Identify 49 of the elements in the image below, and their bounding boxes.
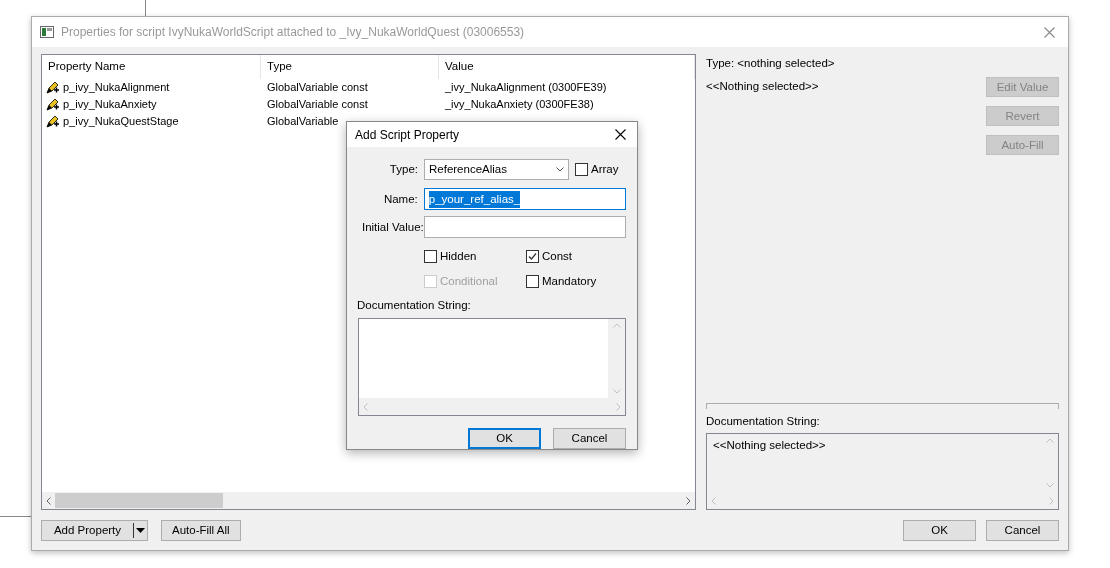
checkbox[interactable]: Mandatory bbox=[526, 272, 626, 290]
pencil-icon bbox=[46, 115, 60, 128]
table-cell: _ivy_NukaAnxiety (0300FE38) bbox=[445, 98, 594, 111]
field-label: Initial Value: bbox=[360, 219, 424, 235]
table-cell: GlobalVariable bbox=[267, 115, 339, 128]
value-text: <<Nothing selected>> bbox=[706, 79, 820, 95]
pencil-icon bbox=[46, 81, 60, 94]
dialog-button[interactable]: Cancel bbox=[986, 520, 1059, 541]
table-cell-text: p_ivy_NukaAlignment bbox=[63, 80, 170, 96]
table-cell: GlobalVariable const bbox=[267, 81, 368, 94]
table-row[interactable]: p_ivy_NukaAnxiety GlobalVariable const _ivy_NukaAnxiety (0300FE38) bbox=[42, 96, 695, 113]
dialog-button[interactable]: OK bbox=[468, 428, 541, 449]
table-row[interactable]: p_ivy_NukaAlignment GlobalVariable const _ivy_NukaAlignment (0300FE39) bbox=[42, 79, 695, 96]
table-cell: _ivy_NukaAlignment (0300FE39) bbox=[445, 81, 607, 94]
checkbox[interactable]: Const bbox=[526, 248, 626, 266]
window-title: Properties for script IvyNukaWorldScript attached to _Ivy_NukaWorldQuest (03006553) bbox=[61, 24, 525, 41]
documentation-box[interactable] bbox=[358, 318, 626, 416]
checkmark-icon bbox=[527, 251, 538, 263]
auto-fill-all-button[interactable]: Auto-Fill All bbox=[161, 520, 241, 541]
name-field[interactable]: p_your_ref_alias_ bbox=[423, 188, 626, 211]
initial-value-field[interactable] bbox=[423, 216, 626, 239]
close-icon[interactable] bbox=[615, 129, 626, 141]
add-property-button[interactable]: Add Property bbox=[41, 520, 148, 541]
column-header[interactable]: Type bbox=[267, 58, 292, 76]
documentation-box[interactable]: <<Nothing selected>> bbox=[706, 433, 1059, 510]
type-label: Type: <nothing selected> bbox=[706, 56, 836, 71]
table-cell-text: p_ivy_NukaAnxiety bbox=[63, 97, 157, 113]
documentation-text: <<Nothing selected>> bbox=[713, 439, 826, 451]
checkbox[interactable]: Array bbox=[575, 160, 619, 178]
documentation-label: Documentation String: bbox=[357, 297, 472, 313]
column-header[interactable]: Value bbox=[445, 58, 474, 76]
pencil-icon bbox=[46, 98, 60, 111]
splitter-bar[interactable] bbox=[706, 402, 1059, 409]
dialog-button[interactable]: Cancel bbox=[553, 428, 626, 449]
type-dropdown[interactable]: ReferenceAlias bbox=[424, 158, 569, 180]
column-header[interactable]: Property Name bbox=[48, 58, 126, 76]
vertical-scrollbar[interactable] bbox=[608, 319, 625, 398]
scroll-thumb[interactable] bbox=[55, 493, 223, 508]
chevron-down-icon bbox=[556, 166, 564, 172]
table-cell: GlobalVariable const bbox=[267, 98, 368, 111]
dialog-button[interactable]: OK bbox=[903, 520, 976, 541]
field-label: Name: bbox=[382, 191, 418, 207]
field-label: Type: bbox=[388, 161, 418, 177]
horizontal-scrollbar[interactable] bbox=[42, 492, 695, 509]
checkbox[interactable]: Hidden bbox=[424, 248, 526, 266]
table-cell-text: p_ivy_NukaQuestStage bbox=[63, 114, 179, 130]
window-icon bbox=[40, 26, 54, 38]
documentation-label: Documentation String: bbox=[706, 413, 821, 429]
dropdown-arrow-icon bbox=[136, 528, 145, 533]
